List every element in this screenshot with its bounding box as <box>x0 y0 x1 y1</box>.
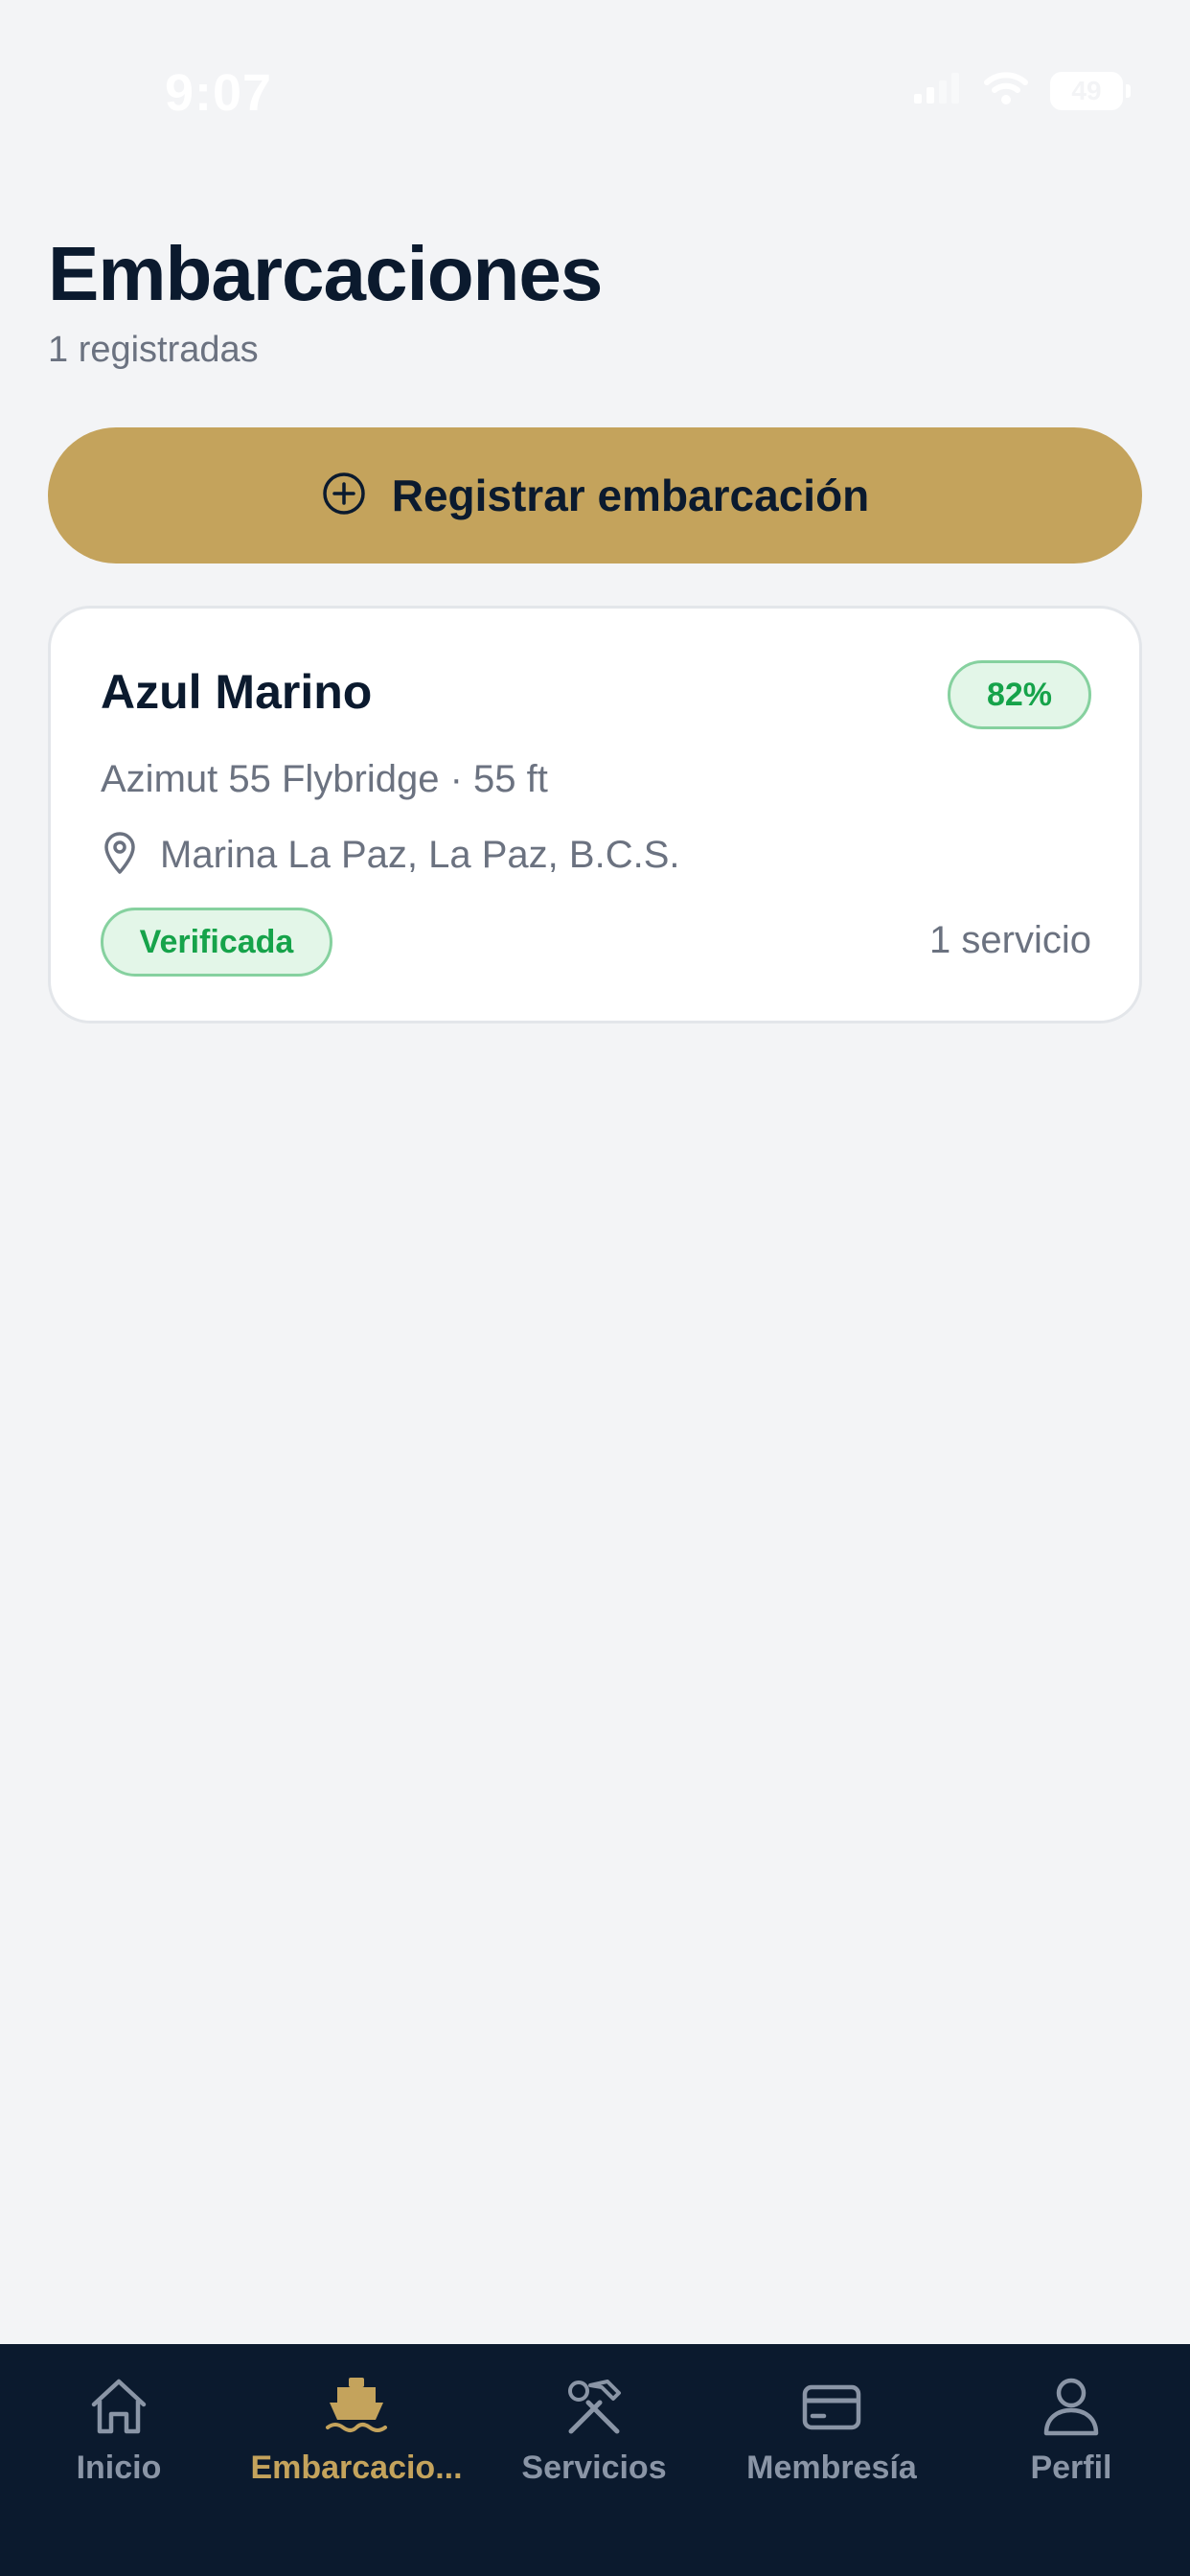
tab-servicios[interactable]: Servicios <box>475 2344 713 2507</box>
location-pin-icon <box>101 831 139 880</box>
battery-indicator: 49 <box>1050 71 1131 110</box>
status-time: 9:07 <box>165 64 273 122</box>
service-count: 1 servicio <box>929 919 1091 961</box>
user-icon <box>1039 2373 1104 2440</box>
wifi-icon <box>983 71 1029 110</box>
tab-embarcaciones[interactable]: Embarcacio... <box>238 2344 475 2507</box>
register-vessel-button[interactable]: Registrar embarcación <box>48 427 1142 564</box>
tab-membresia[interactable]: Membresía <box>713 2344 950 2507</box>
tab-label-servicios: Servicios <box>521 2450 667 2486</box>
plus-circle-icon <box>321 471 367 521</box>
credit-card-icon <box>799 2373 864 2440</box>
vessel-location: Marina La Paz, La Paz, B.C.S. <box>101 831 679 880</box>
vessel-name: Azul Marino <box>101 665 373 719</box>
cellular-signal-icon <box>914 73 962 108</box>
completion-badge: 82% <box>948 660 1091 729</box>
boat-icon <box>324 2373 389 2440</box>
page-subtitle: 1 registradas <box>48 330 259 370</box>
vessel-model: Azimut 55 Flybridge · 55 ft <box>101 758 548 800</box>
bottom-tab-bar: Inicio Embarcacio... Servicios Membresía… <box>0 2344 1190 2576</box>
vessel-card[interactable]: Azul Marino 82% Azimut 55 Flybridge · 55… <box>48 606 1142 1024</box>
home-icon <box>86 2373 151 2440</box>
battery-level: 49 <box>1071 75 1102 105</box>
status-bar: 9:07 49 <box>0 0 1190 192</box>
page-title: Embarcaciones <box>48 231 603 316</box>
tab-label-perfil: Perfil <box>1030 2450 1112 2486</box>
tab-label-inicio: Inicio <box>76 2450 162 2486</box>
register-vessel-label: Registrar embarcación <box>391 471 870 520</box>
verified-status-badge: Verificada <box>101 908 332 977</box>
tools-icon <box>561 2373 627 2440</box>
status-icons: 49 <box>914 71 1131 110</box>
location-text: Marina La Paz, La Paz, B.C.S. <box>160 834 680 876</box>
tab-label-membresia: Membresía <box>746 2450 917 2486</box>
tab-label-embarcaciones: Embarcacio... <box>250 2450 463 2486</box>
tab-inicio[interactable]: Inicio <box>0 2344 238 2507</box>
tab-perfil[interactable]: Perfil <box>952 2344 1190 2507</box>
